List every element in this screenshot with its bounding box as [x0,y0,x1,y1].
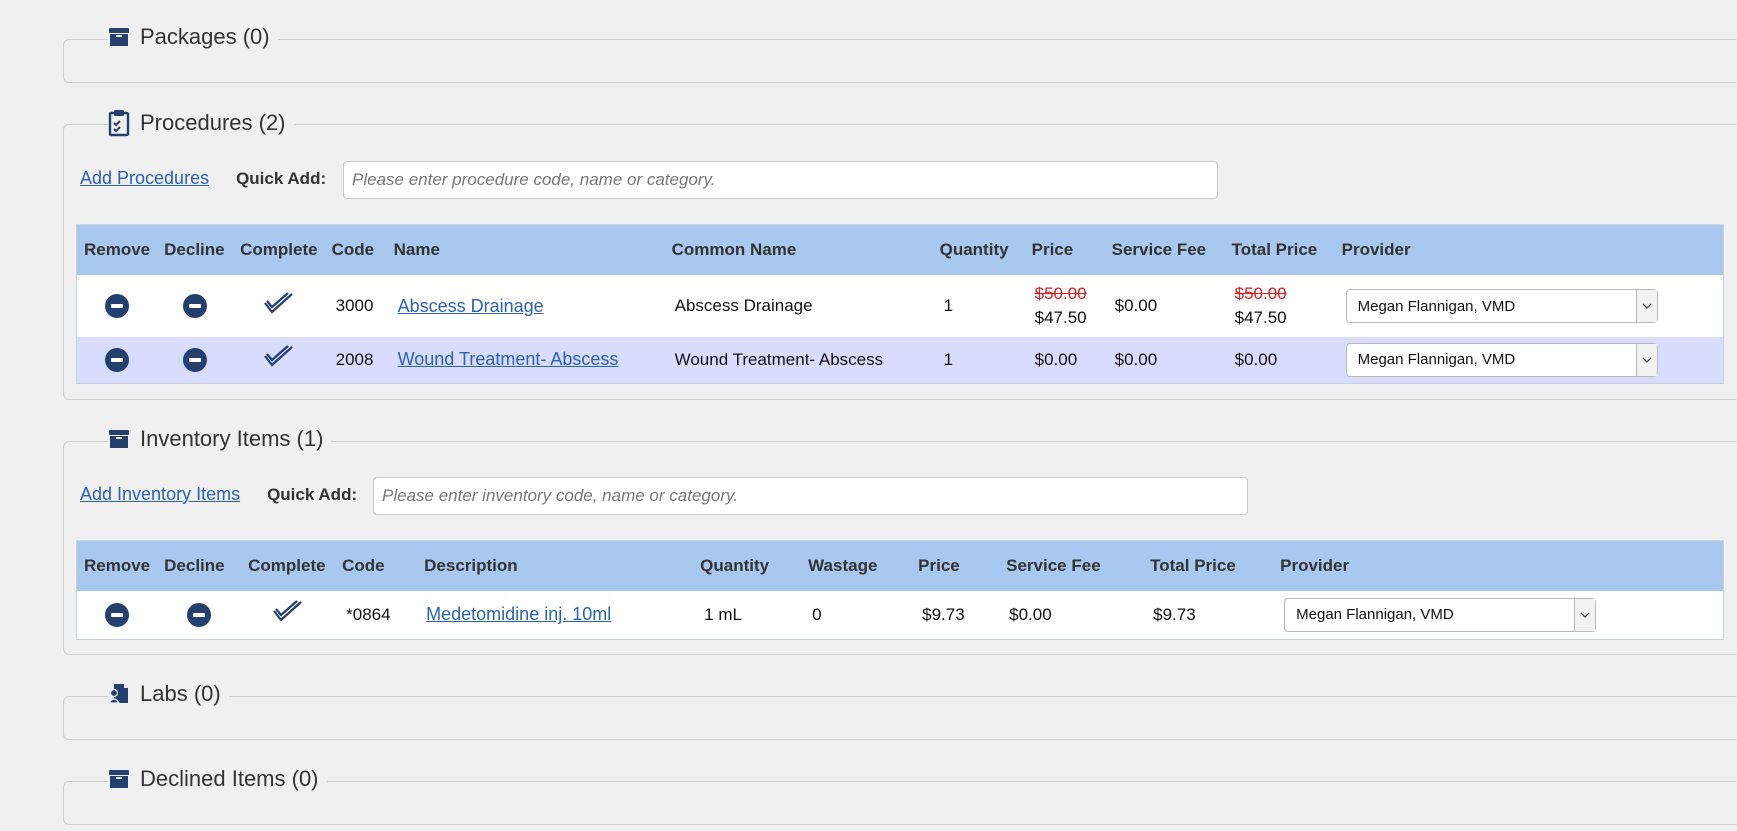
quantity-cell: 1 [932,337,1025,383]
packages-title: Packages (0) [140,24,270,49]
col-price: Price [911,540,1000,591]
procedures-quick-add-bar: Add Procedures Quick Add: [80,168,326,189]
original-total: $50.00 [1234,284,1287,303]
service-fee-cell: $0.00 [999,591,1144,639]
procedure-name-link[interactable]: Wound Treatment- Abscess [398,349,619,369]
col-service-fee: Service Fee [1104,224,1225,275]
col-code: Code [335,540,418,591]
chevron-down-icon[interactable] [1635,290,1657,322]
price: $0.00 [1024,337,1105,383]
table-header-row: Remove Decline Complete Code Name Common… [76,224,1724,275]
provider-value: Megan Flannigan, VMD [1357,297,1516,315]
provider-value: Megan Flannigan, VMD [1357,351,1516,369]
complete-check-icon[interactable] [263,291,295,322]
remove-icon[interactable] [105,347,130,372]
col-wastage: Wastage [801,540,912,591]
lab-report-icon [108,683,130,705]
code-cell: *0864 [335,591,418,639]
price: $47.50 [1034,308,1087,327]
col-provider: Provider [1273,540,1724,591]
inventory-description-link[interactable]: Medetomidine inj. 10ml [426,604,611,624]
table-header-row: Remove Decline Complete Code Description… [76,540,1724,591]
common-name-cell: Wound Treatment- Abscess [664,337,933,383]
code-cell: 2008 [324,337,387,383]
remove-icon[interactable] [105,294,130,318]
procedures-title: Procedures (2) [140,110,286,135]
chevron-down-icon[interactable] [1574,598,1596,631]
total-price: $47.50 [1234,308,1287,327]
inventory-table: Remove Decline Complete Code Description… [76,540,1724,640]
inventory-quick-add-input[interactable] [373,477,1248,515]
add-inventory-items-link[interactable]: Add Inventory Items [80,484,240,505]
service-fee-cell: $0.00 [1104,275,1225,337]
labs-section: Labs (0) [63,681,1737,740]
col-remove: Remove [76,224,158,275]
price: $9.73 [911,591,1000,639]
complete-check-icon[interactable] [263,344,295,375]
inventory-title: Inventory Items (1) [140,426,324,451]
packages-header[interactable]: Packages (0) [108,24,278,50]
col-code: Code [324,224,387,275]
col-common-name: Common Name [664,224,933,275]
col-decline: Decline [157,224,234,275]
col-price: Price [1024,224,1105,275]
labs-title: Labs (0) [140,681,221,706]
decline-icon[interactable] [183,294,208,318]
col-total-price: Total Price [1143,540,1274,591]
service-fee-cell: $0.00 [1104,337,1225,383]
complete-check-icon[interactable] [272,599,304,630]
col-total-price: Total Price [1224,224,1335,275]
col-name: Name [386,224,665,275]
chevron-down-icon[interactable] [1635,343,1657,376]
col-service-fee: Service Fee [999,540,1144,591]
wastage-cell: 0 [801,591,912,639]
provider-value: Megan Flannigan, VMD [1296,606,1454,624]
col-decline: Decline [157,540,242,591]
decline-icon[interactable] [183,347,208,372]
add-procedures-link[interactable]: Add Procedures [80,168,209,189]
table-row: 2008 Wound Treatment- Abscess Wound Trea… [76,337,1724,383]
col-quantity: Quantity [693,540,802,591]
total-price: $0.00 [1224,337,1335,383]
table-row: *0864 Medetomidine inj. 10ml 1 mL 0 $9.7… [76,591,1724,639]
decline-icon[interactable] [187,602,212,627]
quantity-cell: 1 mL [693,591,802,639]
inventory-quick-add-bar: Add Inventory Items Quick Add: [80,484,357,505]
packages-section: Packages (0) [63,24,1737,83]
col-complete: Complete [241,540,336,591]
box-icon [108,428,130,450]
procedure-quick-add-input[interactable] [343,161,1218,199]
total-price: $9.73 [1143,591,1274,639]
remove-icon[interactable] [105,602,130,627]
declined-items-section: Declined Items (0) [63,766,1737,825]
original-price: $50.00 [1034,284,1087,303]
col-remove: Remove [76,540,158,591]
col-provider: Provider [1334,224,1724,275]
col-complete: Complete [233,224,325,275]
box-icon [108,26,130,48]
procedure-name-link[interactable]: Abscess Drainage [398,296,544,316]
quantity-cell: 1 [932,275,1025,337]
provider-select[interactable]: Megan Flannigan, VMD [1284,597,1597,632]
declined-items-header[interactable]: Declined Items (0) [108,766,327,792]
box-icon [108,768,130,790]
procedures-header[interactable]: Procedures (2) [108,109,294,137]
col-description: Description [417,540,694,591]
procedures-table: Remove Decline Complete Code Name Common… [76,224,1724,384]
declined-items-title: Declined Items (0) [140,766,319,791]
provider-select[interactable]: Megan Flannigan, VMD [1345,342,1658,377]
quick-add-label: Quick Add: [236,168,327,188]
clipboard-check-icon [108,109,130,137]
labs-header[interactable]: Labs (0) [108,681,229,707]
table-row: 3000 Abscess Drainage Abscess Drainage 1… [76,275,1724,337]
code-cell: 3000 [324,275,387,337]
provider-select[interactable]: Megan Flannigan, VMD [1345,289,1658,323]
col-quantity: Quantity [932,224,1025,275]
quick-add-label: Quick Add: [267,484,358,504]
inventory-header[interactable]: Inventory Items (1) [108,426,332,452]
common-name-cell: Abscess Drainage [664,275,933,337]
